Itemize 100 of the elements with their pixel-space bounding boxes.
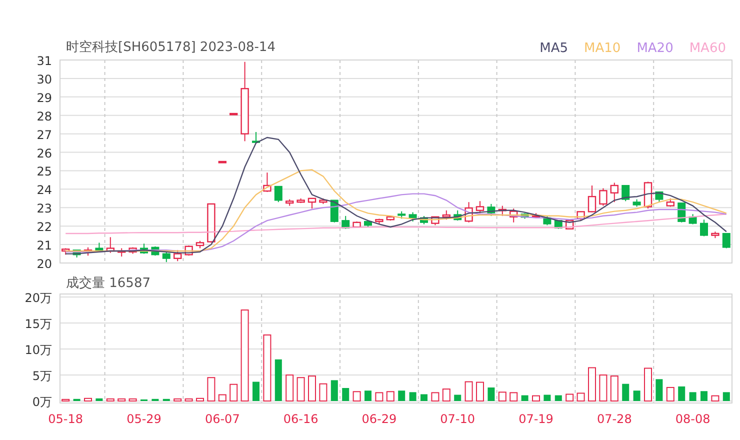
- volume-bar: [196, 398, 204, 402]
- candlestick: [622, 185, 630, 202]
- candlestick: [543, 215, 552, 226]
- axis-label: 5万: [32, 369, 52, 383]
- volume-bar: [174, 398, 182, 402]
- volume-bar: [352, 391, 361, 402]
- axis-label: 26: [36, 146, 52, 160]
- candlestick: [230, 112, 238, 116]
- candlestick: [644, 181, 652, 210]
- volume-bar: [700, 391, 708, 401]
- candlestick: [655, 191, 664, 203]
- volume-bar: [532, 395, 540, 402]
- candlestick: [218, 160, 226, 164]
- axis-label: 08-08: [675, 412, 710, 426]
- axis-label: 25: [36, 164, 52, 179]
- volume-bar: [342, 388, 350, 401]
- candlestick: [386, 215, 394, 222]
- volume-bar: [286, 374, 294, 402]
- axis-label: 15万: [24, 317, 52, 331]
- candlestick: [106, 236, 114, 254]
- volume-bar: [554, 395, 562, 401]
- axis-label: 24: [36, 183, 52, 198]
- candlestick: [330, 200, 338, 223]
- volume-bar: [521, 395, 528, 401]
- volume-label: 成交量 16587: [66, 276, 150, 291]
- volume-bar: [633, 390, 640, 401]
- volume-bar: [162, 398, 170, 401]
- candlestick: [375, 218, 384, 225]
- volume-bar: [488, 387, 495, 401]
- axis-label: 06-16: [283, 412, 318, 426]
- candlestick: [118, 248, 126, 258]
- volume-bar: [544, 394, 551, 401]
- volume-bar: [375, 392, 384, 402]
- candlestick: [352, 220, 361, 228]
- volume-bar: [409, 392, 416, 401]
- chart-title: 时空科技[SH605178] 2023-08-14: [66, 39, 276, 56]
- axis-label: 05-18: [48, 412, 84, 426]
- volume-bar: [184, 398, 193, 402]
- volume-bar: [274, 359, 282, 401]
- candlestick: [476, 200, 484, 214]
- candlestick: [398, 210, 406, 220]
- volume-bar: [96, 398, 103, 401]
- candlestick: [464, 202, 473, 223]
- volume-bar: [128, 398, 137, 402]
- candlestick: [274, 186, 282, 203]
- volume-bar: [62, 398, 70, 402]
- candlestick: [700, 219, 708, 237]
- candlestick: [498, 205, 506, 216]
- candlestick: [554, 220, 562, 230]
- axis-label: 07-10: [440, 412, 476, 426]
- volume-bar: [386, 391, 394, 402]
- volume-bar: [84, 398, 92, 402]
- candlestick: [632, 198, 641, 208]
- candlestick: [286, 198, 294, 206]
- legend-item: MA20: [636, 41, 674, 56]
- axis-label: 31: [36, 56, 52, 68]
- axis-label: 20: [36, 257, 52, 268]
- candlestick: [364, 220, 372, 228]
- axis-label: 06-07: [204, 412, 240, 426]
- candlestick: [308, 198, 316, 210]
- legend-item: MA10: [584, 41, 621, 56]
- volume-bar: [711, 395, 720, 402]
- candlestick: [95, 242, 104, 252]
- candlestick: [688, 214, 697, 225]
- volume-bar: [152, 398, 159, 401]
- axis-label: 21: [36, 238, 52, 253]
- candlestick: [174, 250, 182, 262]
- axis-label: 07-19: [518, 412, 554, 426]
- axis-label: 10万: [24, 343, 52, 357]
- axis-label: 28: [36, 109, 52, 124]
- candlestick: [62, 248, 70, 256]
- candlestick: [454, 210, 462, 222]
- candlestick: [207, 203, 216, 244]
- volume-bar: [431, 392, 440, 402]
- axis-label: 06-29: [362, 412, 397, 426]
- candlestick: [610, 182, 618, 203]
- volume-bar: [588, 367, 596, 402]
- volume-bar: [476, 382, 484, 402]
- candlestick: [140, 243, 148, 254]
- candlestick: [84, 246, 92, 256]
- volume-bar: [722, 392, 730, 401]
- candlestick: [722, 232, 730, 249]
- candlestick: [408, 212, 417, 222]
- candlestick: [319, 198, 328, 204]
- volume-bar: [218, 394, 226, 402]
- volume-bar: [464, 381, 473, 402]
- volume-bar: [73, 398, 80, 401]
- volume-bar: [644, 368, 652, 402]
- legend-item: MA60: [689, 41, 726, 56]
- candlestick: [128, 246, 137, 254]
- candlestick: [666, 198, 674, 208]
- candlestick: [520, 212, 529, 220]
- volume-bar: [106, 398, 114, 402]
- volume-bar: [622, 384, 630, 401]
- candlestick: [263, 172, 272, 192]
- volume-bar: [610, 376, 618, 402]
- volume-bar: [364, 390, 372, 401]
- volume-bar: [308, 376, 316, 402]
- axis-label: 30: [36, 72, 52, 86]
- candlestick: [342, 215, 350, 230]
